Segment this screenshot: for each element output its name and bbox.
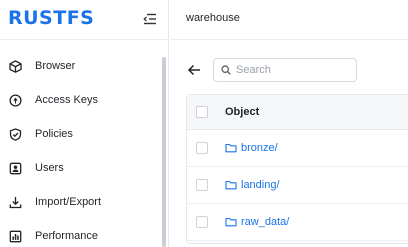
- logo-row: RUSTFS: [0, 0, 169, 40]
- sidebar-item-policies[interactable]: Policies: [0, 117, 160, 151]
- sidebar-item-import-export[interactable]: Import/Export: [0, 185, 160, 219]
- key-circle-icon: [8, 93, 22, 107]
- folder-name[interactable]: raw_data/: [241, 216, 289, 228]
- collapse-sidebar-button[interactable]: [141, 10, 159, 28]
- sidebar-item-label: Access Keys: [35, 94, 98, 106]
- row-checkbox[interactable]: [196, 179, 208, 191]
- column-header-object: Object: [225, 106, 260, 118]
- sidebar-item-users[interactable]: Users: [0, 151, 160, 185]
- table-header: Object: [187, 95, 408, 130]
- sidebar-item-label: Policies: [35, 128, 73, 140]
- sidebar-item-access-keys[interactable]: Access Keys: [0, 83, 160, 117]
- sidebar-item-label: Import/Export: [35, 196, 102, 208]
- back-button[interactable]: [186, 62, 202, 78]
- collapse-menu-icon: [143, 13, 156, 25]
- folder-icon: [225, 143, 237, 153]
- header: warehouse: [170, 0, 408, 40]
- table-row[interactable]: landing/: [187, 167, 408, 204]
- sidebar-item-label: Browser: [35, 60, 76, 72]
- arrow-left-icon: [187, 64, 200, 76]
- page-title: warehouse: [186, 12, 240, 24]
- folder-icon: [225, 217, 237, 227]
- chart-icon: [8, 229, 22, 243]
- sidebar: RUSTFS Browser Access Keys Policies User…: [0, 0, 169, 247]
- app-logo: RUSTFS: [8, 7, 95, 29]
- sidebar-item-label: Users: [35, 162, 64, 174]
- sidebar-item-performance[interactable]: Performance: [0, 219, 160, 247]
- user-icon: [8, 161, 22, 175]
- shield-check-icon: [8, 127, 22, 141]
- sidebar-item-browser[interactable]: Browser: [0, 49, 160, 83]
- download-icon: [8, 195, 22, 209]
- table-row[interactable]: bronze/: [187, 130, 408, 167]
- row-checkbox[interactable]: [196, 142, 208, 154]
- folder-name[interactable]: landing/: [241, 179, 280, 191]
- sidebar-item-label: Performance: [35, 230, 98, 242]
- sidebar-nav: Browser Access Keys Policies Users Impor…: [0, 49, 160, 247]
- search-field[interactable]: [213, 58, 357, 82]
- row-checkbox[interactable]: [196, 216, 208, 228]
- select-all-checkbox[interactable]: [196, 106, 208, 118]
- search-icon: [221, 65, 231, 75]
- objects-table: Object bronze/ landing/ raw_data/: [186, 94, 408, 244]
- table-row[interactable]: raw_data/: [187, 204, 408, 241]
- folder-icon: [225, 180, 237, 190]
- sidebar-scrollbar[interactable]: [162, 57, 166, 247]
- folder-name[interactable]: bronze/: [241, 142, 278, 154]
- search-input[interactable]: [236, 64, 346, 76]
- cube-icon: [8, 59, 22, 73]
